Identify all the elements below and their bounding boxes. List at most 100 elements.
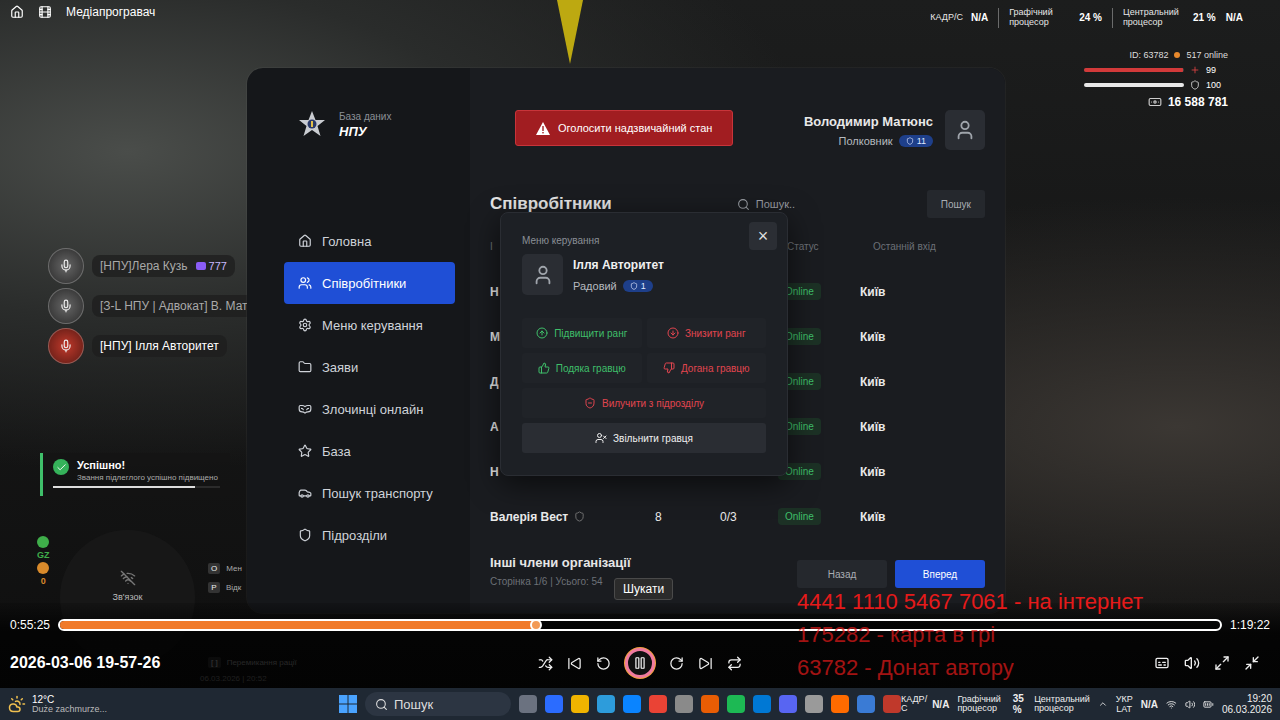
battery-icon[interactable] [1203,698,1214,711]
app-icon[interactable] [857,695,875,713]
clock[interactable]: 19:2006.03.2026 [1222,693,1272,716]
health-bar [1084,68,1184,72]
previous-icon[interactable] [567,656,582,671]
key-cap: O [208,563,220,574]
weather-icon [8,695,26,713]
fire-icon [595,432,607,444]
volume-icon[interactable] [1184,655,1200,671]
minimap-badges: GZ0 [37,536,50,586]
action-button[interactable]: Знизити ранг [647,318,767,348]
app-icon[interactable] [675,695,693,713]
nav-icon [298,402,312,416]
screen: МедіапрогравачКАДР/СN/AГрафічний процесо… [0,0,1280,720]
sidebar-item[interactable]: Меню керування [284,304,455,346]
app-icon[interactable] [649,695,667,713]
seek-bar[interactable] [58,619,1222,631]
taskbar-search[interactable]: Пошук [365,692,511,716]
mini-player-icon[interactable] [1244,655,1260,671]
action-button[interactable]: Подяка гравцю [522,353,642,383]
city-cell: Київ [845,465,985,479]
forward-icon[interactable] [669,656,684,671]
app-icon[interactable] [571,695,589,713]
sidebar-item[interactable]: Підрозділи [284,514,455,556]
action-button[interactable]: Звільнити гравця [522,423,766,453]
captions-icon[interactable] [1154,655,1170,671]
stat-label: Центральний процесор [1123,8,1185,28]
next-button[interactable]: Вперед [895,560,985,588]
status-pill: Online [778,508,821,525]
current-time: 0:55:25 [10,618,50,632]
app-icon[interactable] [805,695,823,713]
online-dot [1174,52,1180,58]
nav-icon [298,444,312,458]
sidebar-item[interactable]: Співробітники [284,262,455,304]
sidebar-item[interactable]: Пошук транспорту [284,472,455,514]
prev-button[interactable]: Назад [797,560,887,588]
app-icon[interactable] [623,695,641,713]
sidebar-item[interactable]: Головна [284,220,455,262]
city-cell: Київ [845,420,985,434]
home-icon[interactable] [10,5,24,19]
tray-value: N/A [1141,699,1158,710]
search-icon [737,198,750,211]
seek-thumb[interactable] [530,619,542,631]
tray-expand-icon[interactable] [1098,698,1108,710]
next-icon[interactable] [698,656,713,671]
rewind-icon[interactable] [596,656,611,671]
armor-bar [1084,83,1184,87]
armor-value: 100 [1206,80,1228,90]
table-row[interactable]: Валерія Вест80/3OnlineКиїв [490,494,985,539]
tag-icon [196,262,206,270]
sidebar-item[interactable]: Злочинці онлайн [284,388,455,430]
app-icon[interactable] [753,695,771,713]
minimap-status: Зв'язок [113,592,143,602]
online-count: 517 online [1186,50,1228,60]
fullscreen-icon[interactable] [1214,655,1230,671]
app-icon[interactable] [545,695,563,713]
play-pause-button[interactable] [625,648,655,678]
search-field[interactable]: Пошук.. [737,198,915,211]
watermark-line: 4441 1110 5467 7061 - на інтернет [797,585,1143,618]
app-icon[interactable] [597,695,615,713]
app-icon[interactable] [831,695,849,713]
media-controls: 0:55:25 1:19:22 2026-03-06 19-57-26 [0,603,1280,688]
emergency-button[interactable]: Оголосити надзвичайний стан [515,110,733,146]
reprimand-icon [663,362,675,374]
sidebar-item[interactable]: База [284,430,455,472]
weather-widget[interactable]: 12°CDuże zachmurze... [8,694,339,715]
stat-value: N/A [1226,12,1243,23]
voice-tag: 777 [196,260,227,272]
repeat-icon[interactable] [727,656,742,671]
health-value: 99 [1206,65,1228,75]
rank-badge: 1 [623,280,653,292]
rank-badge: 11 [899,135,933,147]
app-icon[interactable] [883,695,901,713]
shuffle-icon[interactable] [538,656,553,671]
weather-text: Duże zachmurze... [32,705,107,715]
start-icon[interactable] [339,695,357,713]
voice-avatar [48,328,84,364]
badge-icon [37,536,49,548]
sidebar-item[interactable]: Заяви [284,346,455,388]
language-indicator[interactable]: УКРLAT [1116,694,1133,715]
action-button[interactable]: Догана гравцю [647,353,767,383]
action-button[interactable]: Вилучити з підрозділу [522,388,766,418]
wifi-icon[interactable] [1166,698,1177,711]
badge-icon [37,562,49,574]
action-button[interactable]: Підвищити ранг [522,318,642,348]
health-row: 99 [1084,65,1228,75]
app-icon[interactable] [701,695,719,713]
voice-item: [НПУ] Ілля Авторитет [48,328,277,364]
rank-cell: 8 [650,510,715,524]
total-time: 1:19:22 [1230,618,1270,632]
app-icon[interactable] [779,695,797,713]
app-icon[interactable] [727,695,745,713]
player-id: ID: 63782 [1129,50,1168,60]
search-button[interactable]: Пошук [927,190,985,218]
section-title: Співробітники [490,194,612,214]
database-panel: База данихНПУГоловнаСпівробітникиМеню ке… [247,68,1005,613]
close-button[interactable]: × [749,222,777,250]
file-name: 2026-03-06 19-57-26 [10,654,538,672]
volume-icon[interactable] [1185,698,1196,711]
app-icon[interactable] [519,695,537,713]
